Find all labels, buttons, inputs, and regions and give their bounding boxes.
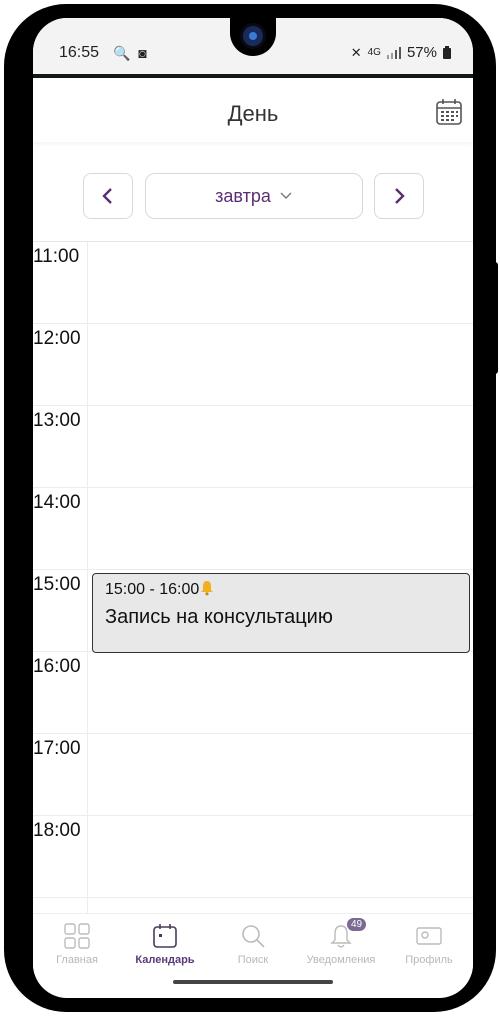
- event-title: Запись на консультацию: [105, 606, 333, 628]
- date-selector[interactable]: завтра: [145, 173, 363, 219]
- tab-notifications[interactable]: 49 Уведомления: [297, 914, 385, 974]
- hour-row[interactable]: 16:00: [33, 652, 473, 734]
- date-navigation: завтра: [33, 173, 473, 221]
- search-icon: [242, 925, 265, 948]
- chevron-left-icon: [102, 188, 112, 204]
- tab-label: Календарь: [135, 954, 195, 966]
- hour-label: 11:00: [33, 246, 80, 267]
- status-time: 16:55: [59, 44, 100, 61]
- notification-badge: 49: [347, 918, 367, 931]
- tab-label: Главная: [56, 954, 98, 966]
- volume-up-button: [4, 228, 12, 306]
- hour-label: 16:00: [33, 656, 81, 677]
- calendar-icon: [153, 924, 177, 948]
- date-selector-label: завтра: [215, 185, 271, 206]
- battery-icon: [443, 46, 451, 59]
- previous-day-button[interactable]: [83, 173, 133, 219]
- tab-label: Поиск: [237, 954, 269, 966]
- hour-label: 15:00: [33, 574, 81, 595]
- home-indicator[interactable]: [173, 980, 333, 984]
- page-title: День: [227, 101, 279, 126]
- bell-icon: [201, 581, 214, 596]
- hour-label: 17:00: [33, 738, 81, 759]
- tab-calendar[interactable]: Календарь: [121, 914, 209, 974]
- status-right: ✕ 4G 57%: [351, 44, 451, 61]
- calendar-grid-icon: [436, 99, 462, 125]
- tab-label: Уведомления: [306, 954, 376, 966]
- calendar-event[interactable]: 15:00 - 16:00 Запись на консультацию: [92, 573, 470, 653]
- hour-label: 14:00: [33, 492, 81, 513]
- bottom-tab-bar: Главная Календарь Поиск 49 Уведомления П…: [33, 913, 473, 974]
- power-button: [490, 262, 498, 374]
- event-time-row: 15:00 - 16:00: [105, 580, 215, 599]
- app-header: День: [33, 82, 473, 142]
- hour-row[interactable]: 18:00: [33, 816, 473, 898]
- battery-percent: 57%: [406, 44, 437, 61]
- tab-label: Профиль: [405, 954, 453, 966]
- hour-row[interactable]: 12:00: [33, 324, 473, 406]
- hour-row[interactable]: 17:00: [33, 734, 473, 816]
- tab-search[interactable]: Поиск: [209, 914, 297, 974]
- tab-profile[interactable]: Профиль: [385, 914, 473, 974]
- hour-label: 13:00: [33, 410, 81, 431]
- hour-row[interactable]: 11:00: [33, 242, 473, 324]
- signal-icon: [386, 46, 401, 59]
- camera-lens: [243, 26, 263, 46]
- phone-device: 16:55 🔍 ◙ ✕ 4G 57% День завтра 11:00 12:…: [0, 0, 500, 1016]
- grid-icon: [64, 923, 90, 949]
- status-notification-icons: 🔍 ◙: [113, 45, 149, 61]
- next-day-button[interactable]: [374, 173, 424, 219]
- hour-row[interactable]: 13:00: [33, 406, 473, 488]
- tab-home[interactable]: Главная: [33, 914, 121, 974]
- chevron-down-icon: [280, 192, 292, 199]
- profile-icon: [416, 927, 442, 945]
- event-time: 15:00 - 16:00: [105, 581, 200, 598]
- hour-row[interactable]: 14:00: [33, 488, 473, 570]
- volume-down-button: [4, 320, 12, 398]
- chevron-right-icon: [395, 188, 405, 204]
- calendar-view-button[interactable]: [435, 98, 463, 126]
- screen: 16:55 🔍 ◙ ✕ 4G 57% День завтра 11:00 12:…: [33, 18, 473, 998]
- day-timeline[interactable]: 11:00 12:00 13:00 14:00 15:00 16:00 17:0…: [33, 241, 473, 914]
- network-type: 4G: [367, 47, 381, 58]
- mute-icon: ✕: [350, 44, 362, 60]
- hour-label: 12:00: [33, 328, 81, 349]
- hour-label: 18:00: [33, 820, 81, 841]
